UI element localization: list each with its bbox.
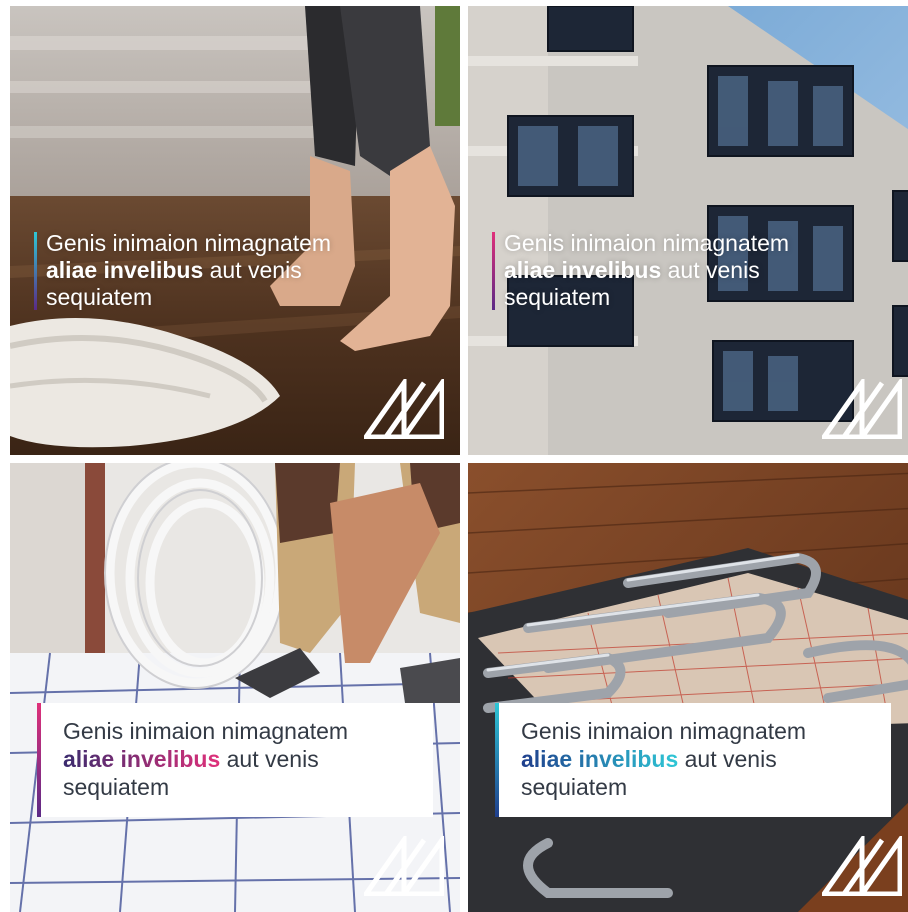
headline-highlight: aliae invelibus (63, 746, 221, 772)
headline-line-1: Genis inimaion nimagnatem (521, 718, 807, 744)
headline-block: Genis inimaion nimagnatem aliae invelibu… (492, 230, 884, 311)
brand-logo-icon (364, 836, 444, 896)
headline-block: Genis inimaion nimagnatem aliae invelibu… (63, 717, 348, 801)
accent-bar (34, 232, 37, 310)
headline-line-2: aliae invelibus aut venis (521, 745, 806, 773)
promo-tile-floor-feet: Genis inimaion nimagnatem aliae invelibu… (10, 6, 460, 455)
headline-highlight: aliae invelibus (504, 257, 662, 283)
headline-line-3: sequiatem (521, 774, 628, 800)
headline-rest: aut venis (220, 746, 319, 772)
headline-line-1: Genis inimaion nimagnatem (63, 718, 349, 744)
promo-tile-building: Genis inimaion nimagnatem aliae invelibu… (468, 6, 908, 455)
headline-card: Genis inimaion nimagnatem aliae invelibu… (495, 703, 891, 817)
accent-bar (492, 232, 495, 310)
headline-block: Genis inimaion nimagnatem aliae invelibu… (34, 230, 426, 311)
brand-logo-icon (822, 836, 902, 896)
headline-line-3: sequiatem (46, 284, 153, 310)
headline-rest: aut venis (661, 257, 760, 283)
promo-tile-floor-cutaway: Genis inimaion nimagnatem aliae invelibu… (468, 463, 908, 912)
headline-highlight: aliae invelibus (46, 257, 204, 283)
headline-line-3: sequiatem (63, 774, 170, 800)
brand-logo-icon (822, 379, 902, 439)
headline-card: Genis inimaion nimagnatem aliae invelibu… (37, 703, 433, 817)
headline-line-2: aliae invelibus aut venis (46, 257, 426, 284)
headline-highlight: aliae invelibus (521, 746, 679, 772)
accent-bar (495, 703, 499, 817)
headline-block: Genis inimaion nimagnatem aliae invelibu… (521, 717, 806, 801)
promo-tile-pipe-installer: Genis inimaion nimagnatem aliae invelibu… (10, 463, 460, 912)
brand-logo-icon (364, 379, 444, 439)
headline-line-2: aliae invelibus aut venis (504, 257, 884, 284)
headline-line-2: aliae invelibus aut venis (63, 745, 348, 773)
headline-rest: aut venis (678, 746, 777, 772)
accent-bar (37, 703, 41, 817)
headline-line-3: sequiatem (504, 284, 611, 310)
headline-line-1: Genis inimaion nimagnatem (46, 230, 332, 256)
headline-line-1: Genis inimaion nimagnatem (504, 230, 790, 256)
headline-rest: aut venis (203, 257, 302, 283)
